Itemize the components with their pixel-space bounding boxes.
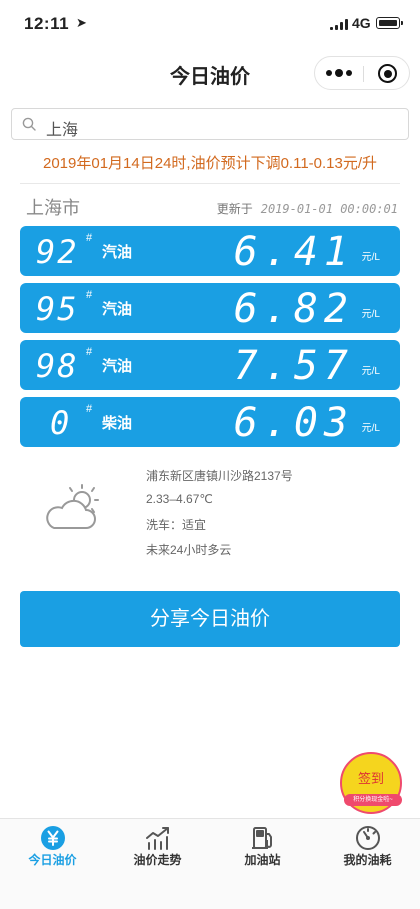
location-arrow-icon: ➤ <box>76 15 87 30</box>
price-unit: 元/L <box>361 252 380 263</box>
price-card-92: 92 # 汽油 6.41 元/L <box>20 226 400 276</box>
price-unit: 元/L <box>361 423 380 434</box>
update-label: 更新于 <box>216 202 253 216</box>
signal-icon <box>330 18 348 30</box>
tab-today-price[interactable]: 今日油价 <box>0 819 105 879</box>
fuel-type: 柴油 <box>102 415 133 432</box>
divider <box>20 183 400 184</box>
share-price-button[interactable]: 分享今日油价 <box>20 591 400 647</box>
close-target-icon[interactable] <box>378 64 397 83</box>
search-icon <box>22 117 36 131</box>
price-unit: 元/L <box>361 366 380 377</box>
weather-forecast: 未来24小时多云 <box>146 543 232 557</box>
gauge-icon <box>356 826 380 850</box>
grade-mark: # <box>86 346 93 358</box>
mini-program-capsule <box>314 56 410 90</box>
fuel-grade: 0 <box>50 404 72 442</box>
status-bar: 12:11 ➤ 4G <box>0 0 420 46</box>
search-value: 上海 <box>46 122 79 139</box>
trend-chart-icon <box>146 827 169 850</box>
network-type: 4G <box>352 15 371 31</box>
nav-bar: 今日油价 <box>0 46 420 98</box>
checkin-label: 签到 <box>357 771 384 786</box>
tab-label: 今日油价 <box>28 853 77 867</box>
price-card-95: 95 # 汽油 6.82 元/L <box>20 283 400 333</box>
fuel-type: 汽油 <box>102 358 133 375</box>
tab-price-trend[interactable]: 油价走势 <box>105 819 210 879</box>
checkin-ribbon: 积分换现金啦~ <box>344 794 402 806</box>
price-card-diesel-0: 0 # 柴油 6.03 元/L <box>20 397 400 447</box>
more-options-icon[interactable] <box>315 57 363 89</box>
fuel-type: 汽油 <box>102 244 133 261</box>
price-card-98: 98 # 汽油 7.57 元/L <box>20 340 400 390</box>
fuel-price: 6.03 <box>233 400 354 446</box>
checkin-button[interactable]: 签到 积分换现金啦~ <box>340 752 402 814</box>
fuel-type: 汽油 <box>102 301 133 318</box>
fuel-grade: 98 <box>36 347 79 385</box>
grade-mark: # <box>86 289 93 301</box>
city-name: 上海市 <box>26 198 80 218</box>
tab-label: 我的油耗 <box>343 853 392 867</box>
capsule-divider <box>363 66 364 82</box>
car-wash-advice: 洗车：适宜 <box>146 518 207 532</box>
price-adjust-notice: 2019年01月14日24时,油价预计下调0.11-0.13元/升 <box>42 155 378 172</box>
weather-address: 浦东新区唐镇川沙路2137号 <box>146 469 293 483</box>
gas-station-icon <box>252 827 272 849</box>
fuel-grade: 92 <box>36 233 79 271</box>
city-search-input[interactable]: 上海 <box>11 108 409 140</box>
tab-bar: 今日油价 油价走势 加油站 我的油耗 <box>0 818 420 909</box>
cloud-sun-icon <box>46 484 99 529</box>
grade-mark: # <box>86 232 93 244</box>
weather-temperature: 2.33–4.67℃ <box>146 492 213 506</box>
fuel-grade: 95 <box>36 290 79 328</box>
tab-my-consumption[interactable]: 我的油耗 <box>315 819 420 879</box>
tab-label: 油价走势 <box>133 853 182 867</box>
fuel-price: 6.82 <box>233 286 354 332</box>
price-unit: 元/L <box>361 309 380 320</box>
status-time: 12:11 <box>24 14 70 33</box>
tab-gas-station[interactable]: 加油站 <box>210 819 315 879</box>
tab-label: 加油站 <box>244 853 281 867</box>
fuel-price: 6.41 <box>233 229 354 275</box>
grade-mark: # <box>86 403 93 415</box>
update-time: 更新于 2019-01-01 00:00:01 <box>217 200 398 217</box>
battery-icon <box>376 17 403 29</box>
fuel-price: 7.57 <box>233 343 354 389</box>
yen-icon <box>41 826 65 850</box>
update-timestamp: 2019-01-01 00:00:01 <box>260 202 398 216</box>
